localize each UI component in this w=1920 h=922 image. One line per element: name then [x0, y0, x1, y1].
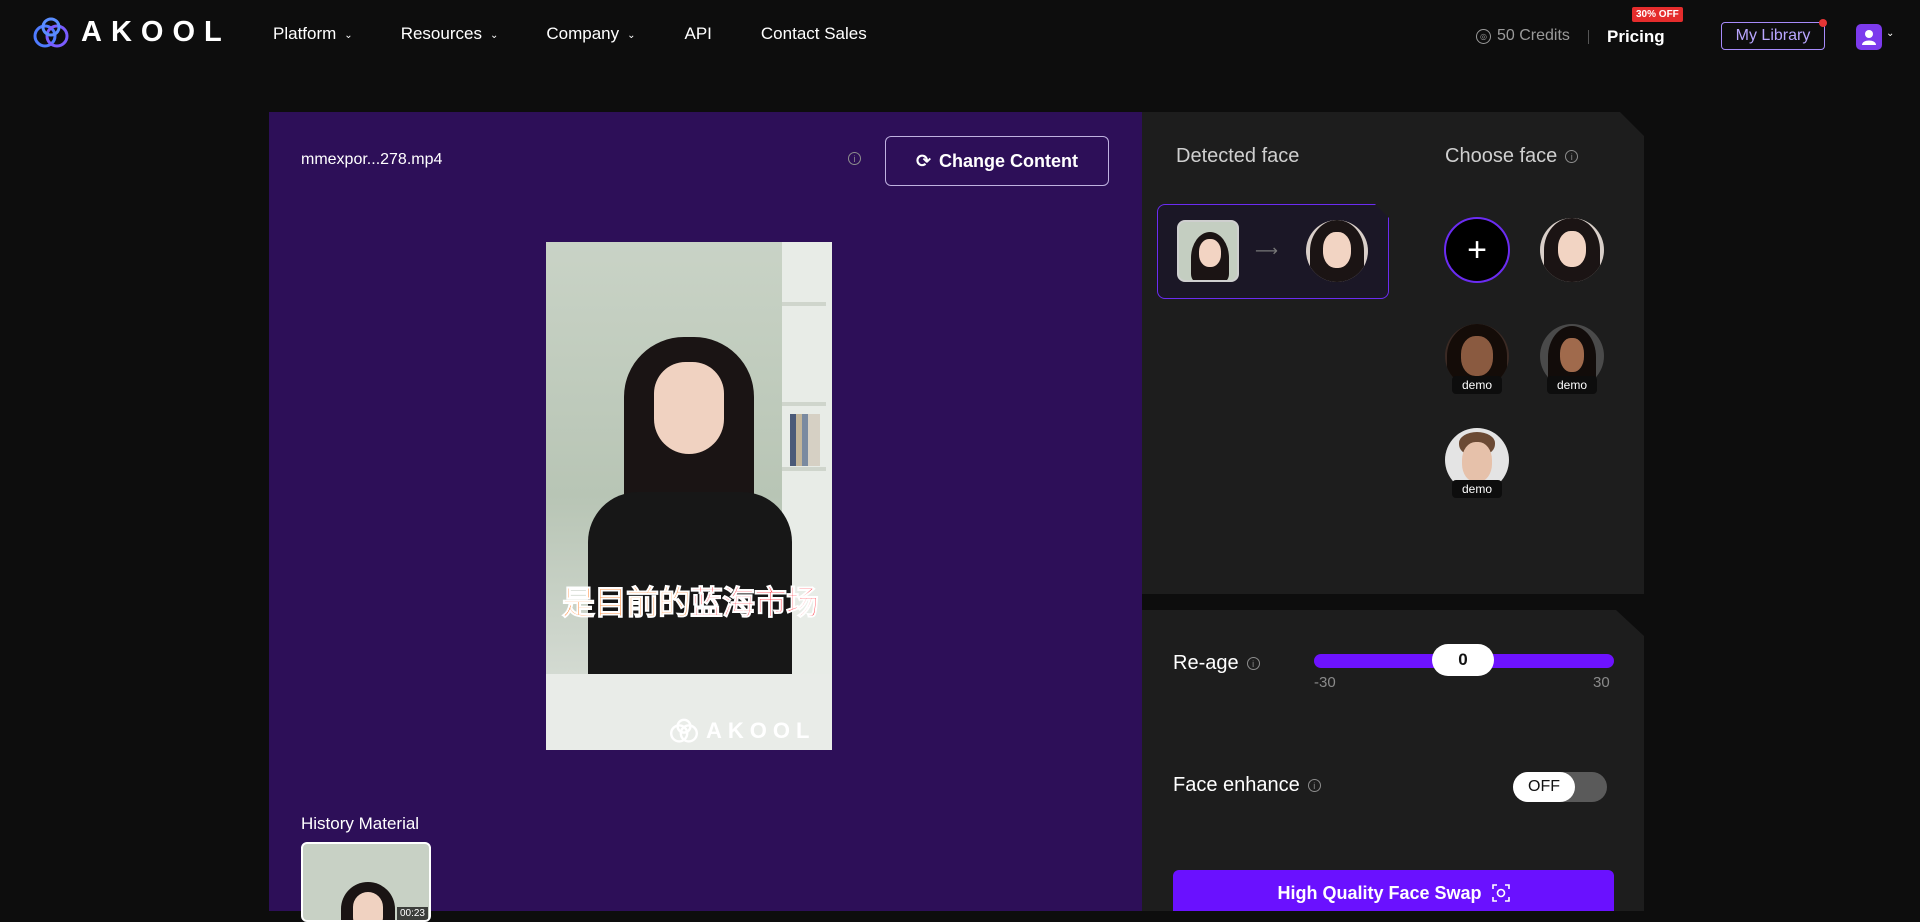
nav-platform-label: Platform — [273, 24, 337, 43]
demo-tag: demo — [1547, 376, 1597, 394]
history-duration: 00:23 — [396, 907, 428, 920]
brand-name: AKOOL — [81, 16, 231, 48]
face-panel: Detected face Choose face i ⟶ + demo dem… — [1142, 112, 1644, 594]
toggle-knob: OFF — [1513, 772, 1575, 802]
nav-contact-sales[interactable]: Contact Sales — [761, 24, 867, 44]
history-thumb-face — [353, 892, 383, 920]
file-name: mmexpor...278.mp4 — [301, 151, 443, 168]
arrow-right-icon: ⟶ — [1255, 243, 1278, 260]
face-enhance-toggle[interactable]: OFF — [1513, 772, 1607, 802]
face-option[interactable] — [1540, 218, 1604, 282]
history-item[interactable]: 00:23 — [301, 842, 431, 922]
editor-panel: mmexpor...278.mp4 i ⟳ Change Content 是目前… — [269, 112, 1142, 922]
add-face-button[interactable]: + — [1444, 217, 1510, 283]
face-skin — [1560, 338, 1584, 372]
change-content-button[interactable]: ⟳ Change Content — [885, 136, 1109, 186]
pricing-link[interactable]: Pricing — [1607, 27, 1665, 47]
detected-face-thumb[interactable] — [1177, 220, 1239, 282]
watermark-text: AKOOL — [706, 718, 816, 743]
video-bg-shelf-line — [782, 402, 826, 406]
choose-face-header: Choose face i — [1445, 145, 1579, 168]
thumb-face — [1199, 239, 1221, 267]
chevron-down-icon: ⌄ — [627, 29, 636, 41]
reage-min: -30 — [1314, 674, 1336, 691]
face-skin — [1461, 336, 1493, 376]
nav-company-label: Company — [546, 24, 620, 43]
video-subtitle: 是目前的蓝海市场 — [560, 576, 820, 624]
face-enhance-label: Face enhance — [1173, 774, 1300, 796]
high-quality-face-swap-button[interactable]: High Quality Face Swap — [1173, 870, 1614, 911]
credits-coin-icon: ◎ — [1476, 28, 1491, 44]
reage-max: 30 — [1593, 674, 1610, 691]
thumb-face — [1323, 232, 1351, 268]
settings-panel: Re-age i 0 -30 30 Face enhance i OFF Hig… — [1142, 610, 1644, 911]
discount-badge: 30% OFF — [1632, 7, 1683, 22]
choose-face-label: Choose face — [1445, 145, 1558, 167]
credits-display[interactable]: ◎ 50 Credits — [1476, 27, 1570, 45]
demo-tag: demo — [1452, 480, 1502, 498]
face-enhance-header: Face enhance i — [1173, 774, 1321, 797]
my-library-label: My Library — [1735, 27, 1811, 44]
chevron-down-icon[interactable]: ⌄ — [1886, 28, 1894, 39]
video-person-face — [654, 362, 724, 454]
akool-watermark-icon — [670, 718, 698, 743]
face-skin — [1558, 231, 1586, 267]
akool-logo[interactable]: AKOOL — [31, 16, 231, 49]
subtitle-part-red: 蓝海市场 — [690, 583, 820, 623]
reage-header: Re-age i — [1173, 652, 1260, 675]
my-library-button[interactable]: My Library — [1721, 19, 1827, 50]
chevron-down-icon: ⌄ — [489, 29, 499, 41]
credits-label: 50 Credits — [1497, 27, 1570, 44]
info-icon[interactable]: i — [1565, 150, 1579, 163]
history-label: History Material — [301, 814, 420, 833]
nav-api-label: API — [684, 24, 712, 43]
target-face-thumb[interactable] — [1306, 220, 1368, 282]
reage-slider-thumb[interactable]: 0 — [1432, 644, 1494, 676]
top-nav: AKOOL Platform ⌄ Resources ⌄ Company ⌄ API … — [0, 0, 1920, 72]
face-scan-icon — [1491, 884, 1510, 902]
main-menu: Platform ⌄ Resources ⌄ Company ⌄ API Contac… — [273, 24, 867, 44]
video-bg-shelf-line — [782, 467, 826, 471]
nav-divider — [1588, 30, 1589, 44]
reage-label: Re-age — [1173, 652, 1239, 674]
nav-resources-label: Resources — [400, 24, 482, 43]
notification-dot — [1819, 19, 1827, 27]
reage-value: 0 — [1458, 650, 1468, 669]
nav-company[interactable]: Company ⌄ — [546, 24, 635, 44]
face-skin — [1462, 442, 1492, 482]
video-bg-shelf-line — [782, 302, 826, 306]
info-icon[interactable]: i — [1246, 657, 1260, 670]
nav-platform[interactable]: Platform ⌄ — [273, 24, 353, 44]
refresh-icon: ⟳ — [915, 150, 932, 171]
video-bg-books — [790, 414, 820, 466]
nav-api[interactable]: API — [685, 24, 712, 44]
video-watermark: AKOOL — [668, 718, 815, 744]
info-icon[interactable]: i — [848, 152, 861, 165]
toggle-state: OFF — [1528, 778, 1560, 795]
change-content-label: Change Content — [939, 150, 1079, 171]
user-avatar-icon[interactable] — [1856, 24, 1882, 50]
akool-logo-icon — [33, 17, 69, 47]
nav-contact-sales-label: Contact Sales — [760, 24, 867, 43]
video-preview[interactable]: 是目前的蓝海市场 AKOOL — [546, 242, 832, 750]
detected-face-label: Detected face — [1176, 145, 1300, 167]
chevron-down-icon: ⌄ — [344, 29, 353, 41]
subtitle-part-orange: 是目前的 — [562, 583, 692, 623]
info-icon[interactable]: i — [1307, 779, 1321, 792]
face-pair[interactable]: ⟶ — [1157, 204, 1389, 299]
hq-swap-label: High Quality Face Swap — [1277, 882, 1482, 903]
nav-resources[interactable]: Resources ⌄ — [401, 24, 499, 44]
user-icon — [1862, 30, 1876, 45]
demo-tag: demo — [1452, 376, 1502, 394]
plus-icon: + — [1467, 230, 1487, 269]
